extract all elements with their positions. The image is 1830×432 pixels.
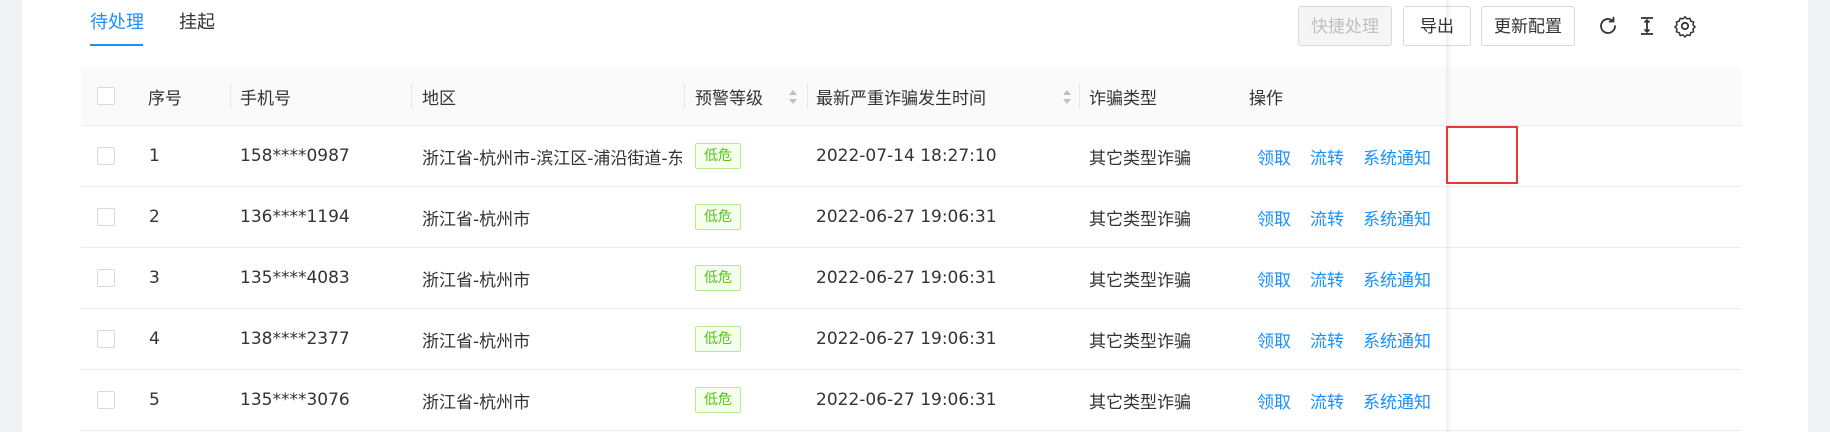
transfer-link[interactable]: 流转 — [1310, 266, 1344, 291]
transfer-link[interactable]: 流转 — [1310, 327, 1344, 352]
select-all-checkbox[interactable] — [97, 87, 115, 105]
col-header-type: 诈骗类型 — [1089, 88, 1157, 109]
row-index: 1 — [149, 146, 160, 166]
row-time: 2022-06-27 19:06:31 — [816, 329, 997, 349]
row-actions: 领取 流转 系统通知 — [1257, 187, 1450, 247]
claim-link[interactable]: 领取 — [1257, 266, 1291, 291]
column-divider — [684, 83, 685, 109]
sort-caret-icon[interactable] — [1062, 89, 1072, 105]
update-config-button[interactable]: 更新配置 — [1481, 6, 1575, 46]
row-fraud-type: 其它类型诈骗 — [1089, 331, 1191, 352]
level-tag: 低危 — [695, 326, 741, 352]
row-index: 4 — [149, 329, 160, 349]
row-region: 浙江省-杭州市 — [422, 331, 531, 352]
claim-link[interactable]: 领取 — [1257, 144, 1291, 169]
transfer-link[interactable]: 流转 — [1310, 205, 1344, 230]
row-checkbox[interactable] — [97, 208, 115, 226]
column-divider — [411, 83, 412, 109]
row-phone: 135****4083 — [240, 268, 350, 288]
transfer-link[interactable]: 流转 — [1310, 144, 1344, 169]
row-fraud-type: 其它类型诈骗 — [1089, 209, 1191, 230]
row-phone: 135****3076 — [240, 390, 350, 410]
row-index: 2 — [149, 207, 160, 227]
row-fraud-type: 其它类型诈骗 — [1089, 148, 1191, 169]
row-checkbox[interactable] — [97, 391, 115, 409]
setting-icon[interactable] — [1673, 14, 1697, 38]
notify-link[interactable]: 系统通知 — [1363, 266, 1431, 291]
table-row: 5 135****3076 浙江省-杭州市 低危 2022-06-27 19:0… — [81, 370, 1741, 431]
sort-caret-icon[interactable] — [788, 89, 798, 105]
col-header-index: 序号 — [148, 88, 182, 109]
claim-link[interactable]: 领取 — [1257, 388, 1291, 413]
row-time: 2022-06-27 19:06:31 — [816, 268, 997, 288]
row-phone: 136****1194 — [240, 207, 350, 227]
column-divider — [1079, 83, 1080, 109]
claim-link[interactable]: 领取 — [1257, 205, 1291, 230]
col-header-region: 地区 — [422, 88, 456, 109]
column-divider — [807, 83, 808, 109]
toolbar: 快捷处理 导出 更新配置 — [1248, 6, 1808, 48]
level-tag: 低危 — [695, 387, 741, 413]
row-region: 浙江省-杭州市-滨江区-浦沿街道-东... — [422, 148, 682, 169]
export-button[interactable]: 导出 — [1403, 6, 1471, 46]
level-tag: 低危 — [695, 204, 741, 230]
row-time: 2022-07-14 18:27:10 — [816, 146, 997, 166]
refresh-icon[interactable] — [1596, 14, 1620, 38]
notify-link[interactable]: 系统通知 — [1363, 205, 1431, 230]
tab-pending[interactable]: 待处理 — [90, 8, 144, 34]
row-index: 5 — [149, 390, 160, 410]
row-actions: 领取 流转 系统通知 — [1257, 248, 1450, 308]
tab-suspended[interactable]: 挂起 — [179, 8, 215, 34]
row-actions: 领取 流转 系统通知 — [1257, 370, 1450, 430]
notify-link[interactable]: 系统通知 — [1363, 144, 1431, 169]
col-header-phone: 手机号 — [240, 88, 291, 109]
table-row: 4 138****2377 浙江省-杭州市 低危 2022-06-27 19:0… — [81, 309, 1741, 370]
column-height-icon[interactable] — [1635, 14, 1659, 38]
claim-highlight-box — [1446, 126, 1518, 184]
col-header-level[interactable]: 预警等级 — [695, 67, 763, 125]
row-checkbox[interactable] — [97, 147, 115, 165]
table-header: 序号 手机号 地区 预警等级 最新严重诈骗发生时间 诈骗类型 操作 — [81, 67, 1741, 126]
row-phone: 158****0987 — [240, 146, 350, 166]
row-fraud-type: 其它类型诈骗 — [1089, 392, 1191, 413]
row-time: 2022-06-27 19:06:31 — [816, 390, 997, 410]
row-region: 浙江省-杭州市 — [422, 392, 531, 413]
row-checkbox[interactable] — [97, 269, 115, 287]
main-panel: 待处理 挂起 快捷处理 导出 更新配置 序号 手机号 地区 预警等级 最新严重诈… — [22, 0, 1808, 432]
column-divider — [230, 83, 231, 109]
active-tab-indicator — [90, 44, 143, 46]
row-checkbox[interactable] — [97, 330, 115, 348]
claim-link[interactable]: 领取 — [1257, 327, 1291, 352]
notify-link[interactable]: 系统通知 — [1363, 327, 1431, 352]
col-header-time[interactable]: 最新严重诈骗发生时间 — [816, 67, 986, 125]
fixed-column-shadow — [1446, 0, 1452, 432]
table-row: 3 135****4083 浙江省-杭州市 低危 2022-06-27 19:0… — [81, 248, 1741, 309]
level-tag: 低危 — [695, 265, 741, 291]
row-time: 2022-06-27 19:06:31 — [816, 207, 997, 227]
level-tag: 低危 — [695, 143, 741, 169]
row-actions: 领取 流转 系统通知 — [1257, 309, 1450, 369]
table-row: 2 136****1194 浙江省-杭州市 低危 2022-06-27 19:0… — [81, 187, 1741, 248]
col-header-actions: 操作 — [1249, 88, 1283, 109]
row-phone: 138****2377 — [240, 329, 350, 349]
row-region: 浙江省-杭州市 — [422, 270, 531, 291]
row-index: 3 — [149, 268, 160, 288]
row-actions: 领取 流转 系统通知 — [1257, 126, 1450, 186]
quick-process-button[interactable]: 快捷处理 — [1298, 6, 1392, 46]
row-fraud-type: 其它类型诈骗 — [1089, 270, 1191, 291]
transfer-link[interactable]: 流转 — [1310, 388, 1344, 413]
row-region: 浙江省-杭州市 — [422, 209, 531, 230]
notify-link[interactable]: 系统通知 — [1363, 388, 1431, 413]
